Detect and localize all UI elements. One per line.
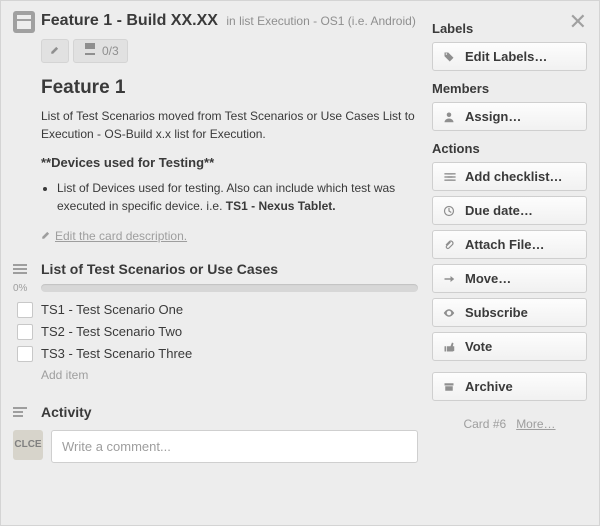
vote-button[interactable]: Vote — [432, 332, 587, 361]
card-window: ✕ Feature 1 - Build XX.XX in list Execut… — [0, 0, 600, 526]
card-title[interactable]: Feature 1 - Build XX.XX — [41, 12, 218, 29]
labels-heading: Labels — [432, 21, 587, 36]
card-number: Card #6 — [463, 417, 506, 431]
clock-icon — [443, 205, 459, 217]
close-icon[interactable]: ✕ — [569, 9, 587, 35]
tag-icon — [443, 51, 459, 63]
add-checklist-item[interactable]: Add item — [41, 368, 418, 382]
checklist-progress: 0% — [13, 283, 418, 294]
pencil-icon — [41, 229, 51, 243]
archive-button[interactable]: Archive — [432, 372, 587, 401]
checklist-pill[interactable]: 0/3 — [73, 39, 128, 63]
description-title: Feature 1 — [41, 77, 418, 99]
activity-row: CLCE Write a comment... — [13, 430, 418, 463]
paperclip-icon — [443, 239, 459, 251]
attach-file-button[interactable]: Attach File… — [432, 230, 587, 259]
checkbox[interactable] — [17, 324, 33, 340]
card-icon — [13, 11, 35, 33]
edit-description-link[interactable]: Edit the card description. — [41, 229, 187, 243]
description-body: List of Test Scenarios moved from Test S… — [41, 107, 418, 143]
description-pill[interactable] — [41, 39, 69, 63]
pencil-icon — [50, 44, 60, 58]
checklist-item-label: TS2 - Test Scenario Two — [41, 324, 182, 339]
checklist-icon — [443, 171, 459, 183]
card-header: Feature 1 - Build XX.XX in list Executio… — [13, 11, 418, 33]
card-sidebar: Labels Edit Labels… Members Assign… Acti… — [432, 11, 587, 463]
checklist-item-label: TS3 - Test Scenario Three — [41, 346, 192, 361]
thumbs-up-icon — [443, 341, 459, 353]
devices-item: List of Devices used for testing. Also c… — [57, 179, 418, 215]
activity-icon — [13, 406, 27, 418]
checkbox[interactable] — [17, 346, 33, 362]
move-button[interactable]: Move… — [432, 264, 587, 293]
progress-bar — [41, 284, 418, 292]
checklist-item[interactable]: TS1 - Test Scenario One — [13, 302, 418, 318]
checklist-section-header: List of Test Scenarios or Use Cases — [13, 261, 418, 277]
person-icon — [443, 111, 459, 123]
eye-icon — [443, 307, 459, 319]
checklist-icon — [13, 263, 27, 275]
due-date-button[interactable]: Due date… — [432, 196, 587, 225]
archive-icon — [443, 381, 459, 393]
checklist-percent: 0% — [13, 283, 41, 294]
avatar[interactable]: CLCE — [13, 430, 43, 460]
add-checklist-button[interactable]: Add checklist… — [432, 162, 587, 191]
devices-heading: **Devices used for Testing** — [41, 153, 418, 173]
actions-heading: Actions — [432, 141, 587, 156]
checklist-count: 0/3 — [102, 44, 119, 58]
more-link[interactable]: More… — [516, 417, 555, 431]
checkbox[interactable] — [17, 302, 33, 318]
assign-button[interactable]: Assign… — [432, 102, 587, 131]
checklist-title: List of Test Scenarios or Use Cases — [41, 261, 278, 277]
members-heading: Members — [432, 81, 587, 96]
arrow-right-icon — [443, 273, 459, 285]
subscribe-button[interactable]: Subscribe — [432, 298, 587, 327]
checklist-item[interactable]: TS2 - Test Scenario Two — [13, 324, 418, 340]
description: Feature 1 List of Test Scenarios moved f… — [41, 77, 418, 215]
badges: 0/3 — [41, 39, 418, 63]
checklist-item[interactable]: TS3 - Test Scenario Three — [13, 346, 418, 362]
activity-section-header: Activity — [13, 404, 418, 420]
card-inlist: in list Execution - OS1 (i.e. Android) — [226, 14, 415, 28]
edit-labels-button[interactable]: Edit Labels… — [432, 42, 587, 71]
card-main: Feature 1 - Build XX.XX in list Executio… — [13, 11, 432, 463]
activity-title: Activity — [41, 404, 92, 420]
card-footer: Card #6 More… — [432, 417, 587, 431]
checklist-item-label: TS1 - Test Scenario One — [41, 302, 183, 317]
comment-input[interactable]: Write a comment... — [51, 430, 418, 463]
